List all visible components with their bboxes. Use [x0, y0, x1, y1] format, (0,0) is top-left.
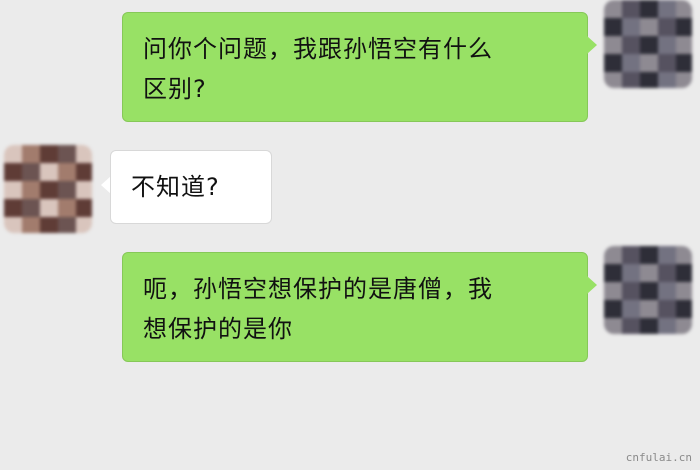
message-line: 问你个问题，我跟孙悟空有什么	[143, 35, 493, 63]
avatar-pixel	[676, 54, 692, 72]
avatar-pixel	[622, 282, 640, 300]
avatar-pixel	[658, 264, 676, 282]
avatar-pixel	[604, 0, 622, 18]
avatar-pixel	[658, 36, 676, 54]
bubble-tail	[587, 276, 597, 294]
avatar-pixel	[622, 0, 640, 18]
avatar-pixel	[640, 36, 658, 54]
avatar-pixel	[76, 199, 92, 217]
avatar-pixel	[40, 199, 58, 217]
chat-conversation: 问你个问题，我跟孙悟空有什么 区别? 不知道? 呃，孙悟空想保护的是唐僧，我 想…	[0, 0, 700, 470]
message-line: 区别?	[143, 75, 207, 103]
avatar-pixel	[676, 300, 692, 318]
message-line: 不知道?	[131, 173, 220, 201]
avatar-pixel	[76, 217, 92, 233]
avatar-pixel	[676, 246, 692, 264]
avatar-pixel	[640, 54, 658, 72]
avatar-pixel	[658, 246, 676, 264]
avatar-pixel	[4, 199, 22, 217]
avatar-me[interactable]	[604, 246, 692, 334]
avatar-pixel	[58, 217, 76, 233]
avatar-pixel	[640, 246, 658, 264]
avatar-me[interactable]	[604, 0, 692, 88]
avatar-pixel	[640, 0, 658, 18]
avatar-pixel	[676, 264, 692, 282]
message-bubble-sent[interactable]: 问你个问题，我跟孙悟空有什么 区别?	[122, 12, 588, 122]
avatar-pixel	[4, 217, 22, 233]
avatar-pixel	[22, 181, 40, 199]
avatar-pixel	[22, 145, 40, 163]
avatar-pixel	[640, 72, 658, 88]
avatar-pixel	[76, 181, 92, 199]
avatar-pixel	[640, 18, 658, 36]
avatar-pixel	[40, 163, 58, 181]
message-text: 呃，孙悟空想保护的是唐僧，我 想保护的是你	[143, 269, 569, 349]
avatar-pixel	[604, 72, 622, 88]
avatar-pixel	[76, 163, 92, 181]
avatar-pixel	[658, 54, 676, 72]
avatar-pixel	[676, 72, 692, 88]
avatar-pixel	[604, 300, 622, 318]
avatar-pixel	[658, 300, 676, 318]
avatar-pixel	[640, 264, 658, 282]
avatar-pixel	[658, 282, 676, 300]
avatar-pixel	[622, 318, 640, 334]
avatar-pixel	[58, 181, 76, 199]
avatar-pixel	[640, 300, 658, 318]
avatar-pixel	[622, 18, 640, 36]
avatar-pixel	[676, 0, 692, 18]
avatar-pixel	[58, 199, 76, 217]
avatar-pixel	[622, 54, 640, 72]
avatar-pixel	[604, 264, 622, 282]
avatar-pixel	[22, 217, 40, 233]
avatar-pixel	[622, 300, 640, 318]
avatar-pixel	[22, 199, 40, 217]
message-text: 不知道?	[131, 167, 253, 207]
avatar-pixel	[640, 318, 658, 334]
avatar-pixel	[58, 145, 76, 163]
avatar-pixel	[604, 282, 622, 300]
avatar-pixel	[40, 181, 58, 199]
watermark: cnfulai.cn	[625, 451, 692, 464]
avatar-pixel	[4, 145, 22, 163]
message-line: 想保护的是你	[143, 315, 293, 343]
avatar-pixel	[640, 282, 658, 300]
message-bubble-sent[interactable]: 呃，孙悟空想保护的是唐僧，我 想保护的是你	[122, 252, 588, 362]
avatar-pixel	[658, 318, 676, 334]
avatar-pixel	[604, 18, 622, 36]
avatar-pixel	[622, 246, 640, 264]
avatar-pixel	[4, 163, 22, 181]
avatar-pixel	[658, 72, 676, 88]
avatar-pixel	[40, 217, 58, 233]
avatar-contact[interactable]	[4, 145, 92, 233]
avatar-pixel	[76, 145, 92, 163]
avatar-pixel	[604, 36, 622, 54]
avatar-pixel	[658, 18, 676, 36]
avatar-pixel	[622, 36, 640, 54]
avatar-pixel	[40, 145, 58, 163]
avatar-pixel	[676, 282, 692, 300]
avatar-pixel	[604, 246, 622, 264]
message-line: 呃，孙悟空想保护的是唐僧，我	[143, 275, 493, 303]
avatar-pixel	[622, 264, 640, 282]
avatar-pixel	[676, 18, 692, 36]
avatar-pixel	[676, 36, 692, 54]
avatar-pixel	[4, 181, 22, 199]
avatar-pixel	[604, 318, 622, 334]
bubble-tail	[587, 36, 597, 54]
avatar-pixel	[676, 318, 692, 334]
avatar-pixel	[622, 72, 640, 88]
message-bubble-received[interactable]: 不知道?	[110, 150, 272, 224]
avatar-pixel	[658, 0, 676, 18]
avatar-pixel	[22, 163, 40, 181]
message-text: 问你个问题，我跟孙悟空有什么 区别?	[143, 29, 569, 109]
avatar-pixel	[58, 163, 76, 181]
avatar-pixel	[604, 54, 622, 72]
